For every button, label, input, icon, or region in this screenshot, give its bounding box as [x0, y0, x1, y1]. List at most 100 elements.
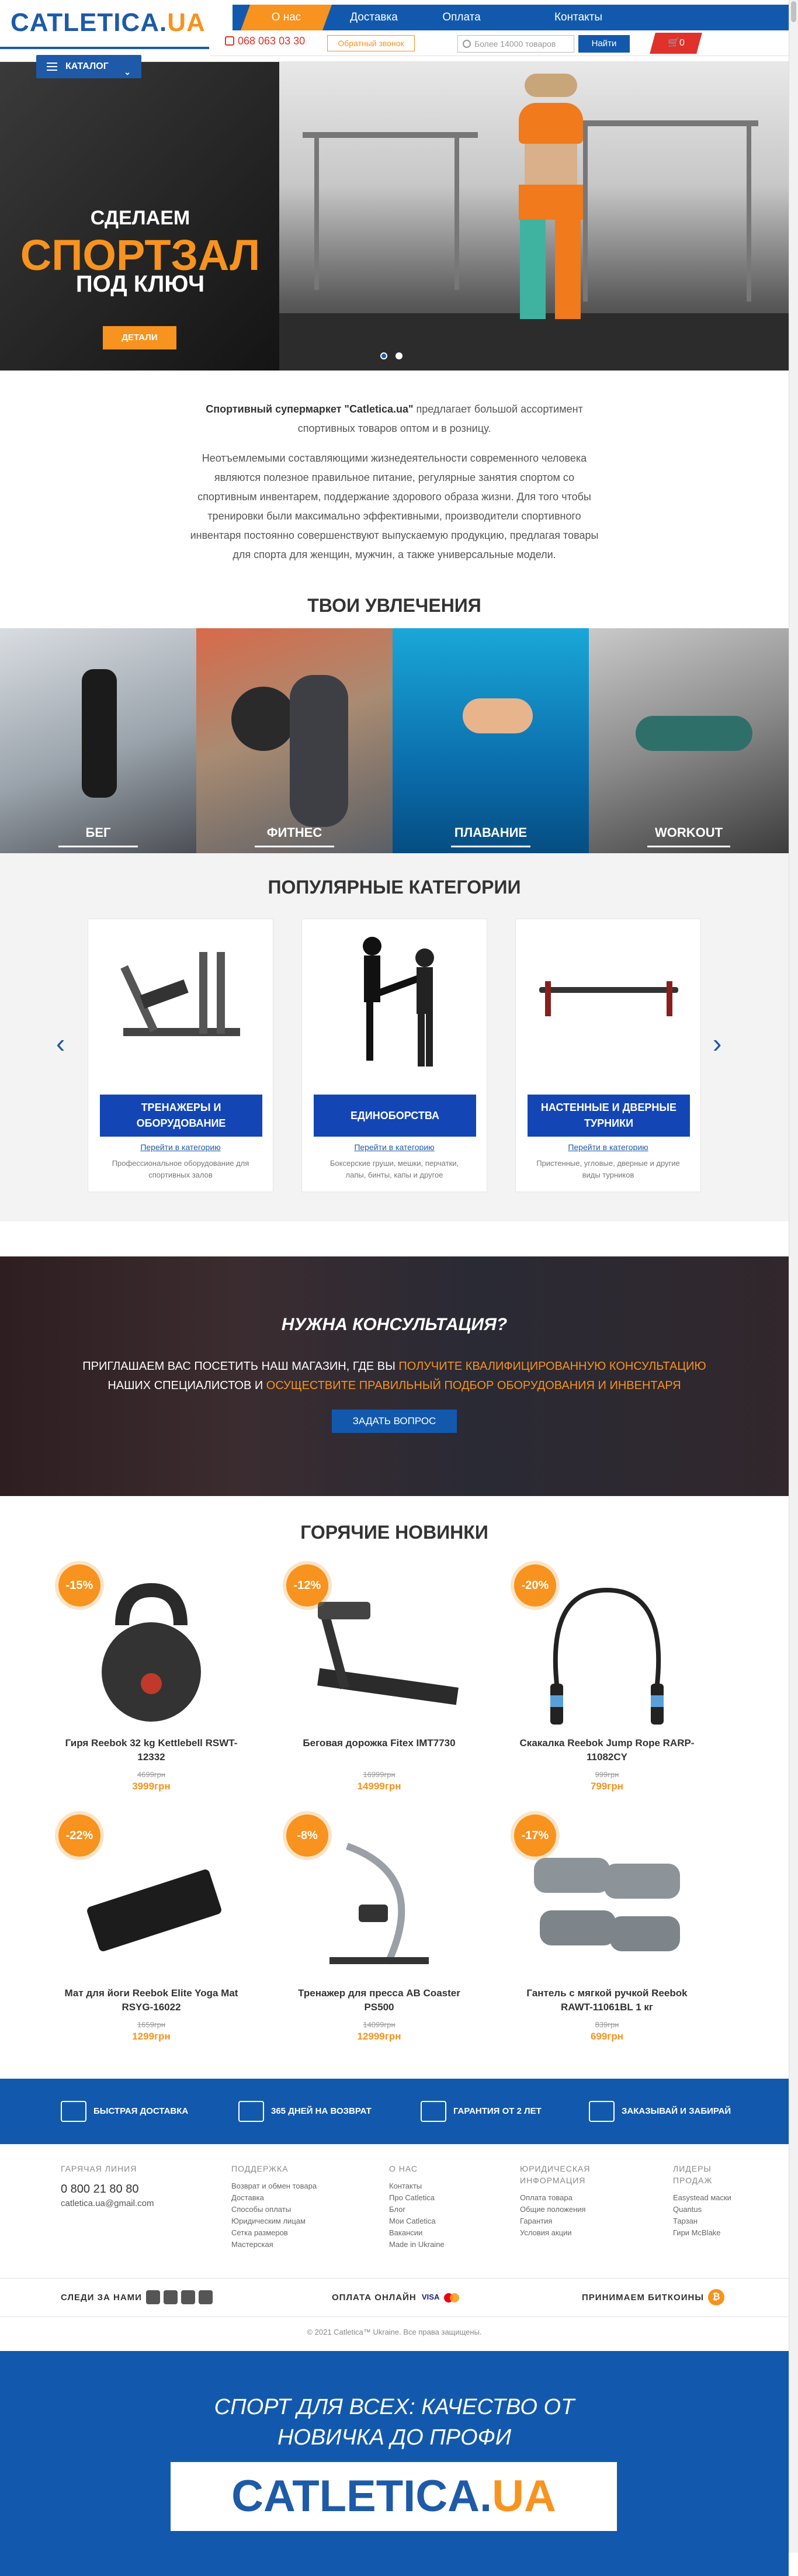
banner-slogan: СПОРТ ДЛЯ ВСЕХ: КАЧЕСТВО ОТ НОВИЧКА ДО ПР… [0, 2392, 789, 2453]
footer-link[interactable]: Блог [389, 2204, 445, 2215]
footer-link[interactable]: Возврат и обмен товара [231, 2180, 317, 2192]
product-card[interactable]: -8% Тренажер для пресса AB Coaster PS500… [286, 1809, 472, 2042]
footer-link[interactable]: Мои Catletica [389, 2215, 445, 2227]
product-name[interactable]: Беговая дорожка Fitex IMT7730 [286, 1736, 472, 1750]
footer-link[interactable]: Юридическим лицам [231, 2215, 317, 2227]
nav-payment[interactable]: Оплата [421, 5, 502, 30]
footer-about: О НАС Контакты Про Catletica Блог Мои Ca… [389, 2163, 445, 2250]
hobby-workout[interactable]: WORKOUT [589, 628, 789, 853]
mastercard-icon [444, 2293, 462, 2303]
slogan-line-2: НОВИЧКА ДО ПРОФИ [277, 2425, 512, 2450]
footer-link[interactable]: Контакты [389, 2180, 445, 2192]
hobby-fitness[interactable]: ФИТНЕС [196, 628, 393, 853]
footer-heading: ИНФОРМАЦИЯ [520, 2176, 586, 2185]
footer-link[interactable]: Условия акции [520, 2227, 590, 2239]
pay-online-label: ОПЛАТА ОНЛАЙН [332, 2293, 417, 2303]
footer-link[interactable]: Гири McBlake [673, 2227, 731, 2239]
slogan-line-1: СПОРТ ДЛЯ ВСЕХ: КАЧЕСТВО ОТ [214, 2395, 575, 2419]
footer-heading: ГАРЯЧАЯ ЛИНИЯ [61, 2164, 137, 2173]
intro-paragraph-2: Неотъемлемыми составляющими жизнедеятель… [190, 452, 599, 560]
category-button[interactable]: ТРЕНАЖЕРЫ И ОБОРУДОВАНИЕ [100, 1095, 262, 1137]
footer-link[interactable]: Quantus [673, 2204, 731, 2215]
banner-logo: CATLETICA.UA [171, 2462, 617, 2531]
footer-link[interactable]: Общие положения [520, 2204, 590, 2215]
product-price: 799грн [590, 1781, 624, 1792]
footer-link[interactable]: Made in Ukraine [389, 2239, 445, 2250]
footer-link[interactable]: Способы оплаты [231, 2204, 317, 2215]
nav-delivery[interactable]: Доставка [333, 5, 415, 30]
viber-icon[interactable] [181, 2290, 195, 2304]
product-name[interactable]: Гантель с мягкой ручкой Reebok RAWT-1106… [514, 1986, 700, 2014]
visa-icon: VISA [422, 2293, 440, 2301]
product-name[interactable]: Мат для йоги Reebok Elite Yoga Mat RSYG-… [58, 1986, 244, 2014]
hobby-swimming[interactable]: ПЛАВАНИЕ [393, 628, 589, 853]
site-header: CATLETICA.UA О нас Доставка Оплата Конта… [0, 0, 789, 78]
facebook-icon[interactable] [146, 2290, 160, 2304]
cart-button[interactable]: 🛒 0 [650, 33, 702, 54]
footer-link[interactable]: Гарантия [520, 2215, 590, 2227]
hobby-running[interactable]: БЕГ [0, 628, 196, 853]
product-card[interactable]: -17% Гантель с мягкой ручкой Reebok RAWT… [514, 1809, 700, 2042]
category-description: Боксерские груши, мешки, перчатки, лапы,… [329, 1159, 459, 1179]
ask-question-button[interactable]: ЗАДАТЬ ВОПРОС [332, 1410, 457, 1433]
header-underline [0, 47, 209, 49]
slider-dot[interactable] [395, 352, 403, 359]
consult-title: НУЖНА КОНСУЛЬТАЦИЯ? [281, 1315, 508, 1334]
product-card[interactable]: -20% Скакалка Reebok Jump Rope RARP-1108… [514, 1559, 700, 1792]
product-card[interactable]: -15% Гиря Reebok 32 kg Kettlebell RSWT-1… [58, 1559, 244, 1792]
page-scrollbar[interactable] [789, 0, 798, 2553]
callback-button[interactable]: Обратный звонок [327, 35, 415, 51]
catalog-button[interactable]: КАТАЛОГ ⌄ [36, 55, 141, 78]
twitter-icon[interactable] [199, 2290, 213, 2304]
product-name[interactable]: Скакалка Reebok Jump Rope RARP-11082CY [514, 1736, 700, 1764]
chevron-right-icon[interactable]: › [713, 1027, 721, 1059]
search-input[interactable]: Более 14000 товаров [457, 35, 574, 53]
product-price: 14999грн [357, 1781, 401, 1792]
category-link[interactable]: Перейти в категорию [516, 1142, 700, 1152]
discount-badge: -17% [514, 1815, 556, 1857]
product-name[interactable]: Гиря Reebok 32 kg Kettlebell RSWT-12332 [58, 1736, 244, 1764]
category-button[interactable]: НАСТЕННЫЕ И ДВЕРНЫЕ ТУРНИКИ [528, 1095, 690, 1137]
footer-link[interactable]: Оплата товара [520, 2192, 590, 2204]
search-button[interactable]: Найти [578, 35, 630, 53]
category-link[interactable]: Перейти в категорию [302, 1142, 487, 1152]
footer-link[interactable]: Мастерская [231, 2239, 317, 2250]
slider-dot-active[interactable] [380, 352, 387, 359]
search-icon [463, 40, 471, 48]
product-card[interactable]: -12% Беговая дорожка Fitex IMT7730 16999… [286, 1559, 472, 1792]
category-button[interactable]: ЕДИНОБОРСТВА [314, 1095, 476, 1137]
product-card[interactable]: -22% Мат для йоги Reebok Elite Yoga Mat … [58, 1809, 244, 2042]
product-name[interactable]: Тренажер для пресса AB Coaster PS500 [286, 1986, 472, 2014]
product-old-price: 14099грн [363, 2020, 395, 2029]
youtube-icon[interactable] [164, 2290, 178, 2304]
site-logo[interactable]: CATLETICA.UA [11, 8, 206, 37]
hotline-phone[interactable]: 0 800 21 80 80 [61, 2180, 154, 2198]
product-price: 1299грн [132, 2031, 171, 2042]
footer-link[interactable]: Про Catletica [389, 2192, 445, 2204]
leg-press-image [120, 952, 240, 1036]
discount-badge: -12% [286, 1564, 328, 1606]
chevron-left-icon[interactable]: ‹ [56, 1027, 65, 1059]
footer-link[interactable]: Вакансии [389, 2227, 445, 2239]
hot-title: ГОРЯЧИЕ НОВИНКИ [300, 1522, 488, 1543]
box-icon [238, 2101, 264, 2123]
footer-link[interactable]: Доставка [231, 2192, 317, 2204]
category-card: НАСТЕННЫЕ И ДВЕРНЫЕ ТУРНИКИ Перейти в ка… [515, 919, 701, 1192]
nav-contacts[interactable]: Контакты [537, 5, 619, 30]
footer-email[interactable]: catletica.ua@gmail.com [61, 2198, 154, 2210]
footer-link[interactable]: Easystead маски [673, 2192, 731, 2204]
consult-text-1: ПРИГЛАШАЕМ ВАС ПОСЕТИТЬ НАШ МАГАЗИН, ГДЕ… [82, 1360, 399, 1373]
phone-number: 068 063 03 30 [238, 35, 306, 47]
footer-links: ГАРЯЧАЯ ЛИНИЯ 0 800 21 80 80 catletica.u… [0, 2144, 789, 2279]
hobbies-grid: БЕГ ФИТНЕС ПЛАВАНИЕ WORKOUT [0, 628, 789, 853]
footer-link[interactable]: Сетка размеров [231, 2227, 317, 2239]
category-link[interactable]: Перейти в категорию [88, 1142, 273, 1152]
header-phone[interactable]: 068 063 03 30 [225, 35, 305, 47]
scrollbar-thumb[interactable] [791, 1, 796, 22]
catalog-label: КАТАЛОГ [65, 61, 109, 71]
benefit-return: 365 ДНЕЙ НА ВОЗВРАТ [238, 2101, 372, 2123]
banner-logo-ua: UA [492, 2471, 556, 2521]
hero-details-button[interactable]: ДЕТАЛИ [103, 326, 176, 349]
footer-link[interactable]: Тарзан [673, 2215, 731, 2227]
nav-about[interactable]: О нас [245, 5, 327, 30]
